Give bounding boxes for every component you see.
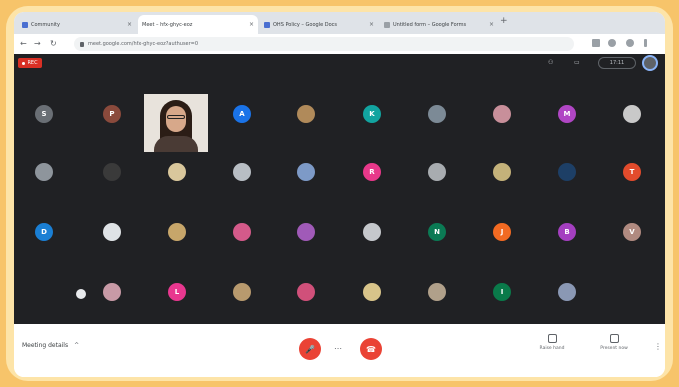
extension-icon[interactable] (592, 39, 600, 47)
participant-avatar[interactable] (103, 223, 121, 241)
participant-avatar[interactable]: T (623, 163, 641, 181)
participant-avatar[interactable] (233, 283, 251, 301)
back-button[interactable]: ← (20, 39, 27, 48)
address-bar[interactable]: meet.google.com/hfx-ghyc-eoz?authuser=0 (74, 37, 574, 51)
tab-meet[interactable]: Meet – hfx-ghyc-eoz × (138, 15, 258, 63)
participant-avatar[interactable]: J (493, 223, 511, 241)
chat-icon[interactable]: ▭ (574, 59, 580, 66)
meeting-clock: 17:11 (598, 57, 636, 69)
participant-avatar[interactable] (297, 105, 315, 123)
close-icon[interactable]: × (127, 21, 132, 28)
participant-avatar[interactable] (297, 223, 315, 241)
reload-button[interactable]: ↻ (50, 39, 57, 48)
tab-docs[interactable]: OHS Policy – Google Docs × (260, 15, 378, 34)
participant-avatar[interactable] (558, 283, 576, 301)
participant-avatar[interactable]: L (168, 283, 186, 301)
close-icon[interactable]: × (489, 21, 494, 28)
address-text: meet.google.com/hfx-ghyc-eoz?authuser=0 (88, 41, 199, 47)
participant-avatar[interactable] (363, 283, 381, 301)
close-icon[interactable]: × (249, 21, 254, 28)
participant-avatar[interactable]: M (558, 105, 576, 123)
recording-label: REC (27, 60, 38, 66)
participant-avatar[interactable] (428, 283, 446, 301)
chevron-up-icon: ^ (74, 342, 80, 349)
tab-title: Untitled form – Google Forms (393, 21, 467, 28)
recording-badge: REC (18, 58, 42, 68)
close-icon[interactable]: × (369, 21, 374, 28)
kebab-menu-button[interactable]: ⋮ (654, 342, 662, 351)
meeting-details-label: Meeting details (22, 342, 69, 349)
participant-avatar[interactable] (493, 105, 511, 123)
present-now-button[interactable]: Present now (594, 334, 634, 351)
participant-avatar[interactable]: R (363, 163, 381, 181)
participant-avatar[interactable] (35, 163, 53, 181)
participant-avatar[interactable] (168, 163, 186, 181)
participant-avatar[interactable]: I (493, 283, 511, 301)
forms-favicon-icon (384, 21, 390, 28)
mic-button[interactable]: 🎤 (299, 338, 321, 360)
record-dot-icon (22, 61, 26, 65)
participant-avatar[interactable] (297, 283, 315, 301)
camera-icon: ☎ (366, 344, 376, 354)
microphone-icon: 🎤 (305, 344, 315, 354)
tab-community[interactable]: Community × (18, 15, 136, 34)
participant-avatar[interactable] (363, 223, 381, 241)
participant-avatar[interactable]: S (35, 105, 53, 123)
address-bar-row: ← → ↻ meet.google.com/hfx-ghyc-eoz?authu… (14, 34, 665, 55)
forward-button[interactable]: → (34, 39, 41, 48)
meeting-details[interactable]: Meeting details ^ (22, 342, 79, 349)
camera-button[interactable]: ☎ (360, 338, 382, 360)
raise-hand-label: Raise hand (539, 346, 565, 351)
participant-avatar[interactable] (297, 163, 315, 181)
participant-avatar[interactable]: D (35, 223, 53, 241)
tab-strip: Community × Meet – hfx-ghyc-eoz × OHS Po… (14, 12, 665, 63)
present-now-label: Present now (600, 346, 628, 351)
participant-avatar[interactable] (428, 163, 446, 181)
raised-hand-icon (76, 289, 86, 299)
participant-avatar[interactable] (103, 163, 121, 181)
lock-icon (80, 41, 84, 47)
menu-icon[interactable] (644, 39, 647, 47)
participants-icon[interactable]: ⚇ (548, 59, 553, 66)
participant-avatar[interactable]: P (103, 105, 121, 123)
participant-avatar[interactable]: K (363, 105, 381, 123)
browser-window: Community × Meet – hfx-ghyc-eoz × OHS Po… (14, 12, 665, 377)
participant-avatar[interactable]: B (558, 223, 576, 241)
participant-avatar[interactable] (103, 283, 121, 301)
star-icon[interactable] (608, 39, 616, 47)
participant-avatar[interactable] (168, 223, 186, 241)
presenter-video-tile[interactable] (144, 94, 208, 152)
tab-favicon-icon (22, 21, 28, 28)
meet-grid: REC ⚇ ▭ 17:11 S P A K M R T D N J B V L I (14, 54, 665, 324)
tab-forms[interactable]: Untitled form – Google Forms × (380, 15, 498, 34)
raise-hand-button[interactable]: Raise hand (532, 334, 572, 351)
participant-avatar[interactable] (623, 105, 641, 123)
participant-avatar[interactable] (233, 163, 251, 181)
profile-icon[interactable] (626, 39, 634, 47)
self-view-avatar[interactable] (642, 55, 658, 71)
docs-favicon-icon (264, 21, 270, 28)
participant-avatar[interactable] (428, 105, 446, 123)
participant-avatar[interactable]: N (428, 223, 446, 241)
participant-avatar[interactable] (493, 163, 511, 181)
participant-avatar[interactable]: A (233, 105, 251, 123)
meet-control-bar: Meeting details ^ 🎤 ⋯ ☎ Raise hand Prese… (14, 324, 665, 377)
tab-title: Community (31, 21, 60, 28)
participant-avatar[interactable] (558, 163, 576, 181)
hand-icon (547, 334, 557, 343)
present-icon (609, 334, 619, 343)
new-tab-button[interactable]: + (500, 16, 508, 26)
tab-title: Meet – hfx-ghyc-eoz (142, 21, 193, 28)
participant-avatar[interactable]: V (623, 223, 641, 241)
more-options-button[interactable]: ⋯ (334, 344, 342, 353)
tab-title: OHS Policy – Google Docs (273, 21, 338, 28)
participant-avatar[interactable] (233, 223, 251, 241)
